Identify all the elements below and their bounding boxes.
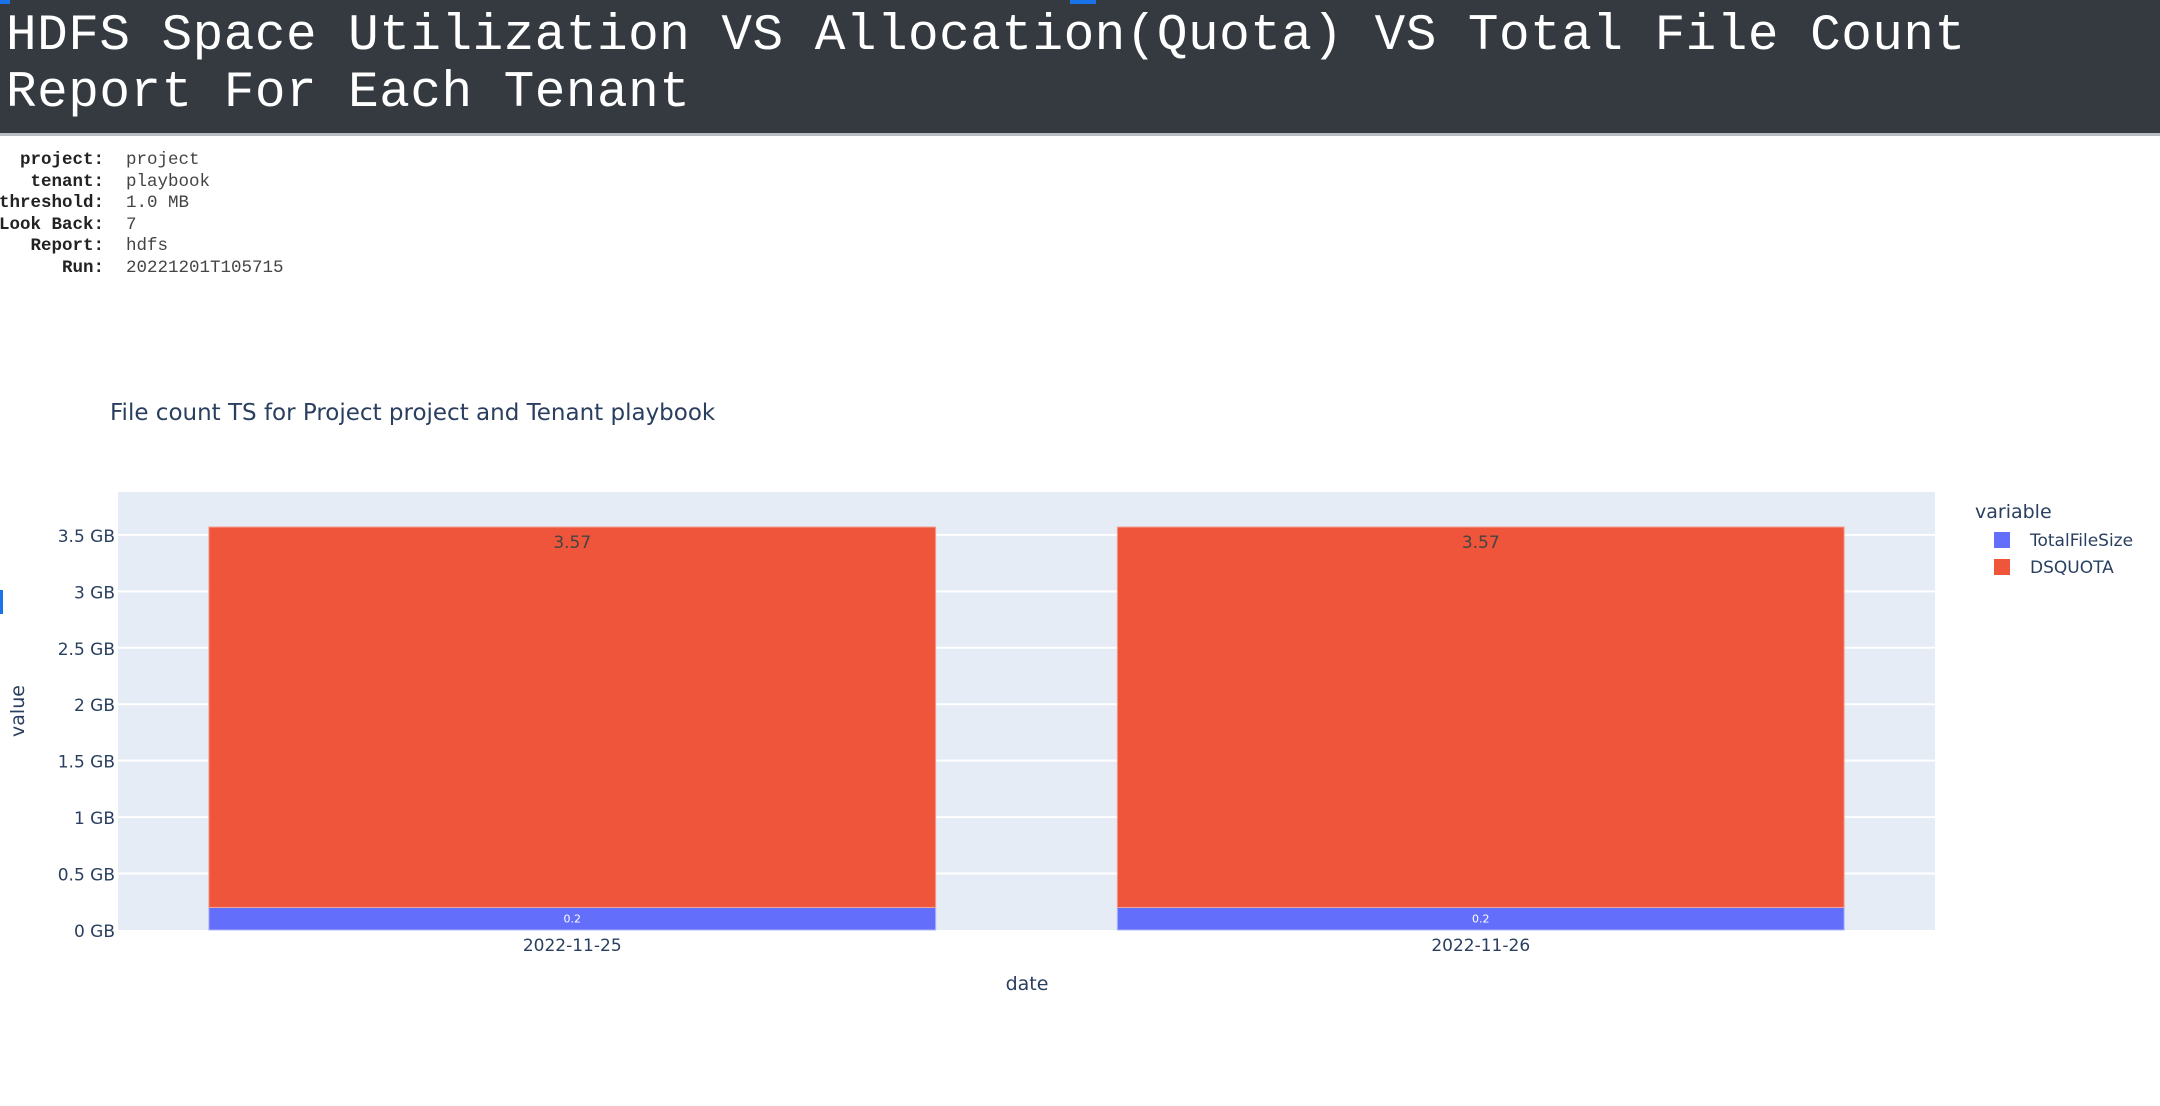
legend: variable TotalFileSize DSQUOTA [1975, 501, 2133, 578]
y-axis-ticks: 0 GB 0.5 GB 1 GB 1.5 GB 2 GB 2.5 GB 3 GB 3.5 GB [58, 527, 115, 942]
x-tick-label: 2022-11-25 [523, 936, 622, 956]
chart-title: File count TS for Project project and Te… [110, 400, 716, 426]
y-tick-label: 0.5 GB [58, 866, 115, 886]
y-tick-label: 1 GB [74, 809, 115, 829]
legend-swatch-totalfilesize[interactable] [1994, 532, 2010, 548]
y-tick-label: 2 GB [74, 696, 115, 716]
legend-item-totalfilesize[interactable]: TotalFileSize [2029, 531, 2133, 551]
y-tick-label: 2.5 GB [58, 640, 115, 660]
legend-item-dsquota[interactable]: DSQUOTA [2030, 558, 2114, 578]
y-tick-label: 0 GB [74, 922, 115, 942]
bar-data-label: 3.57 [553, 533, 591, 553]
chart: File count TS for Project project and Te… [7, 400, 2133, 995]
x-tick-label: 2022-11-26 [1431, 936, 1530, 956]
legend-swatch-dsquota[interactable] [1994, 559, 2010, 575]
x-axis-ticks: 2022-11-25 2022-11-26 [523, 936, 1530, 956]
y-tick-label: 3.5 GB [58, 527, 115, 547]
bar-dsquota[interactable] [208, 526, 937, 908]
x-axis-label: date [1006, 973, 1049, 995]
y-axis-label: value [7, 685, 29, 737]
y-tick-label: 1.5 GB [58, 753, 115, 773]
bar-data-label: 0.2 [1472, 913, 1490, 926]
y-tick-label: 3 GB [74, 583, 115, 603]
bar-data-label: 3.57 [1462, 533, 1500, 553]
legend-title: variable [1975, 501, 2052, 523]
bar-dsquota[interactable] [1116, 526, 1845, 908]
bar-data-label: 0.2 [564, 913, 582, 926]
